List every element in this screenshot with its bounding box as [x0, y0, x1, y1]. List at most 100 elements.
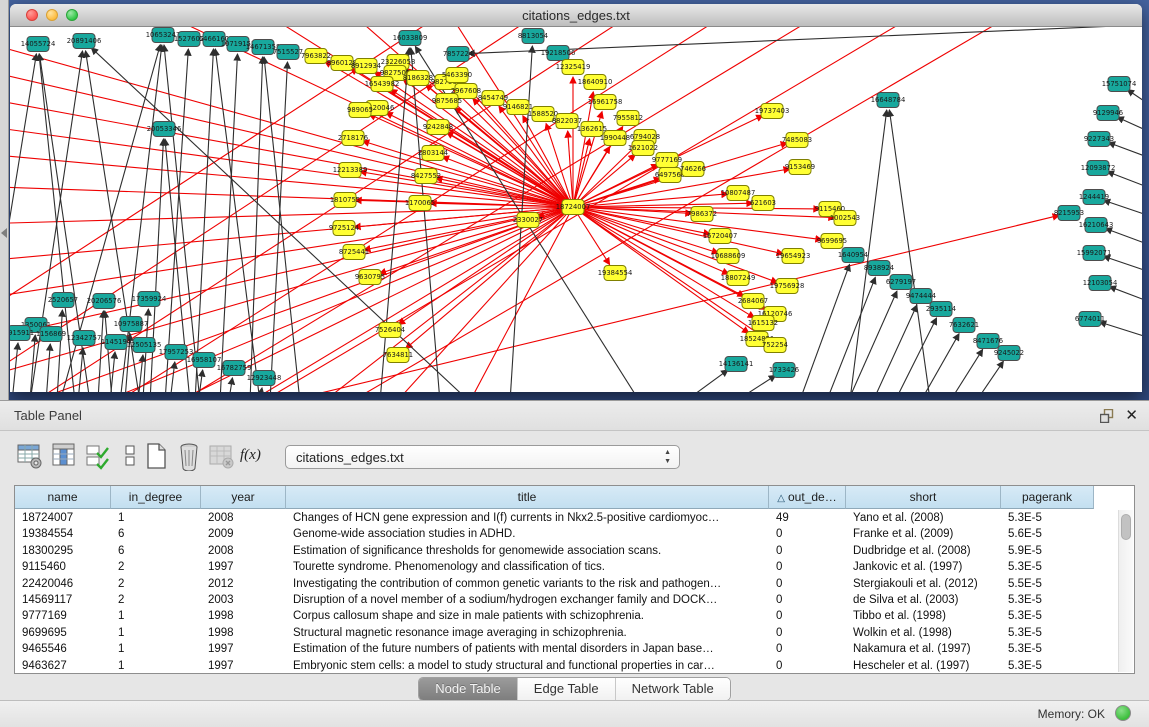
graph-node-label: 15751074 — [1102, 80, 1137, 88]
graph-node-label: 12505135 — [127, 341, 162, 349]
column-header-in_degree[interactable]: in_degree — [111, 486, 201, 509]
application-window: citations_edges.txt 14055724208914061065… — [0, 0, 1149, 727]
table-row[interactable]: 1872400712008Changes of HCN gene express… — [15, 510, 1134, 526]
table-cell: 1997 — [201, 658, 286, 674]
table-cell: Nakamura et al. (1997) — [846, 641, 1001, 657]
table-cell: 5.3E-5 — [1001, 559, 1094, 575]
graph-node-label: 8822037 — [552, 117, 582, 125]
graph-node-label: 621603 — [750, 199, 776, 207]
table-row[interactable]: 2242004622012Investigating the contribut… — [15, 576, 1134, 592]
network-view-window[interactable]: citations_edges.txt 14055724208914061065… — [10, 4, 1142, 392]
graph-node-label: 7632621 — [949, 321, 979, 329]
delete-rows-trash-icon[interactable] — [175, 441, 203, 471]
graph-node-label: 2520657 — [48, 296, 78, 304]
float-panel-icon[interactable] — [1100, 409, 1115, 423]
graph-node-label: 9153469 — [785, 163, 815, 171]
graph-node-label: 16961758 — [588, 98, 623, 106]
table-cell: 5.9E-5 — [1001, 543, 1094, 559]
graph-node-label: 19756928 — [770, 282, 805, 290]
function-builder-icon[interactable]: f(x) — [240, 441, 268, 471]
column-header-name[interactable]: name — [15, 486, 111, 509]
table-cell: 1 — [111, 641, 201, 657]
dropdown-stepper-icon: ▲▼ — [664, 448, 671, 466]
column-header-pagerank[interactable]: pagerank — [1001, 486, 1094, 509]
graph-node-label: 7986372 — [687, 210, 717, 218]
table-panel: Table Panel ✕ — [0, 400, 1149, 700]
close-panel-icon[interactable]: ✕ — [1125, 408, 1138, 423]
column-header-year[interactable]: year — [201, 486, 286, 509]
table-cell: 0 — [769, 608, 846, 624]
table-cell: Franke et al. (2009) — [846, 526, 1001, 542]
table-tabs: Node TableEdge TableNetwork Table — [418, 677, 731, 701]
table-row[interactable]: 969969511998Structural magnetic resonanc… — [15, 625, 1134, 641]
graph-node-label: 2684067 — [738, 297, 768, 305]
column-header-short[interactable]: short — [846, 486, 1001, 509]
table-row[interactable]: 977716911998Corpus callosum shape and si… — [15, 608, 1134, 624]
table-cell: Tibbo et al. (1998) — [846, 608, 1001, 624]
table-cell: 2 — [111, 592, 201, 608]
column-header-out_de[interactable]: △out_de… — [769, 486, 846, 509]
new-document-icon[interactable] — [142, 441, 170, 471]
graph-node-label: 9474444 — [906, 292, 936, 300]
select-rows-icon[interactable] — [84, 441, 112, 471]
side-panel-strip[interactable] — [0, 0, 9, 400]
scrollbar-thumb[interactable] — [1121, 514, 1131, 540]
collapse-panel-icon[interactable] — [1, 228, 7, 238]
table-row[interactable]: 946554611997Estimation of the future num… — [15, 641, 1134, 657]
table-cell: Investigating the contribution of common… — [286, 576, 769, 592]
graph-node-label: 16648784 — [871, 96, 906, 104]
graph-node-label: 6794028 — [630, 133, 660, 141]
graph-node-label: 9129946 — [1093, 109, 1123, 117]
graph-node-label: 18807249 — [721, 274, 756, 282]
graph-node-label: 12213389 — [333, 166, 368, 174]
table-cell: 0 — [769, 576, 846, 592]
graph-node-label: 1990448 — [600, 134, 630, 142]
graph-node-label: 19218506 — [541, 49, 576, 57]
graph-node-label: 16782759 — [217, 364, 252, 372]
table-row[interactable]: 946362711997Embryonic stem cells: a mode… — [15, 658, 1134, 674]
network-window-titlebar[interactable]: citations_edges.txt — [10, 4, 1142, 27]
graph-node-label: 1362615 — [577, 125, 607, 133]
table-cell: 5.3E-5 — [1001, 641, 1094, 657]
graph-node-label: 20053346 — [147, 125, 182, 133]
graph-node-label: 20891406 — [67, 37, 102, 45]
table-row[interactable]: 1830029562008Estimation of significance … — [15, 543, 1134, 559]
graph-node-label: 9699695 — [817, 237, 847, 245]
tab-node-table[interactable]: Node Table — [419, 678, 518, 700]
graph-node-label: 2330027 — [513, 216, 543, 224]
graph-node-label: 18640910 — [578, 78, 613, 86]
row-height-icon[interactable] — [116, 441, 144, 471]
graph-node-label: 8215953 — [1054, 209, 1084, 217]
table-cell: 5.3E-5 — [1001, 592, 1094, 608]
graph-node-label: 6774011 — [1075, 315, 1105, 323]
network-canvas[interactable]: 1405572420891406106532471527602646616010… — [10, 27, 1142, 392]
table-selector-dropdown[interactable]: citations_edges.txt ▲▼ — [285, 445, 680, 469]
graph-node-label: 20206576 — [87, 297, 122, 305]
table-cell: 9777169 — [15, 608, 111, 624]
table-row[interactable]: 1456911722003Disruption of a novel membe… — [15, 592, 1134, 608]
table-cell: Estimation of the future numbers of pati… — [286, 641, 769, 657]
table-cell: Corpus callosum shape and size in male p… — [286, 608, 769, 624]
table-cell: Tourette syndrome. Phenomenology and cla… — [286, 559, 769, 575]
graph-node-label: 23226058 — [381, 58, 416, 66]
graph-node-label: 746266 — [680, 165, 706, 173]
graph-node-label: 10807487 — [721, 189, 756, 197]
table-cell: 0 — [769, 641, 846, 657]
table-row[interactable]: 911546021997Tourette syndrome. Phenomeno… — [15, 559, 1134, 575]
graph-node-label: 1733426 — [769, 366, 799, 374]
table-settings-icon[interactable] — [16, 441, 44, 471]
tab-network-table[interactable]: Network Table — [616, 678, 730, 700]
show-columns-icon[interactable] — [50, 441, 78, 471]
tab-edge-table[interactable]: Edge Table — [518, 678, 616, 700]
graph-node-label: 16543982 — [365, 80, 400, 88]
table-cell: Changes of HCN gene expression and I(f) … — [286, 510, 769, 526]
sort-ascending-icon: △ — [777, 493, 785, 504]
table-cell: 5.3E-5 — [1001, 608, 1094, 624]
delete-table-icon-disabled — [207, 441, 235, 471]
graph-node-label: 1170065 — [405, 199, 435, 207]
column-header-title[interactable]: title — [286, 486, 769, 509]
vertical-scrollbar[interactable] — [1118, 510, 1133, 672]
node-table[interactable]: namein_degreeyeartitle△out_de…shortpager… — [14, 485, 1135, 674]
graph-node-label: 2803144 — [418, 149, 448, 157]
table-row[interactable]: 1938455462009Genome-wide association stu… — [15, 526, 1134, 542]
